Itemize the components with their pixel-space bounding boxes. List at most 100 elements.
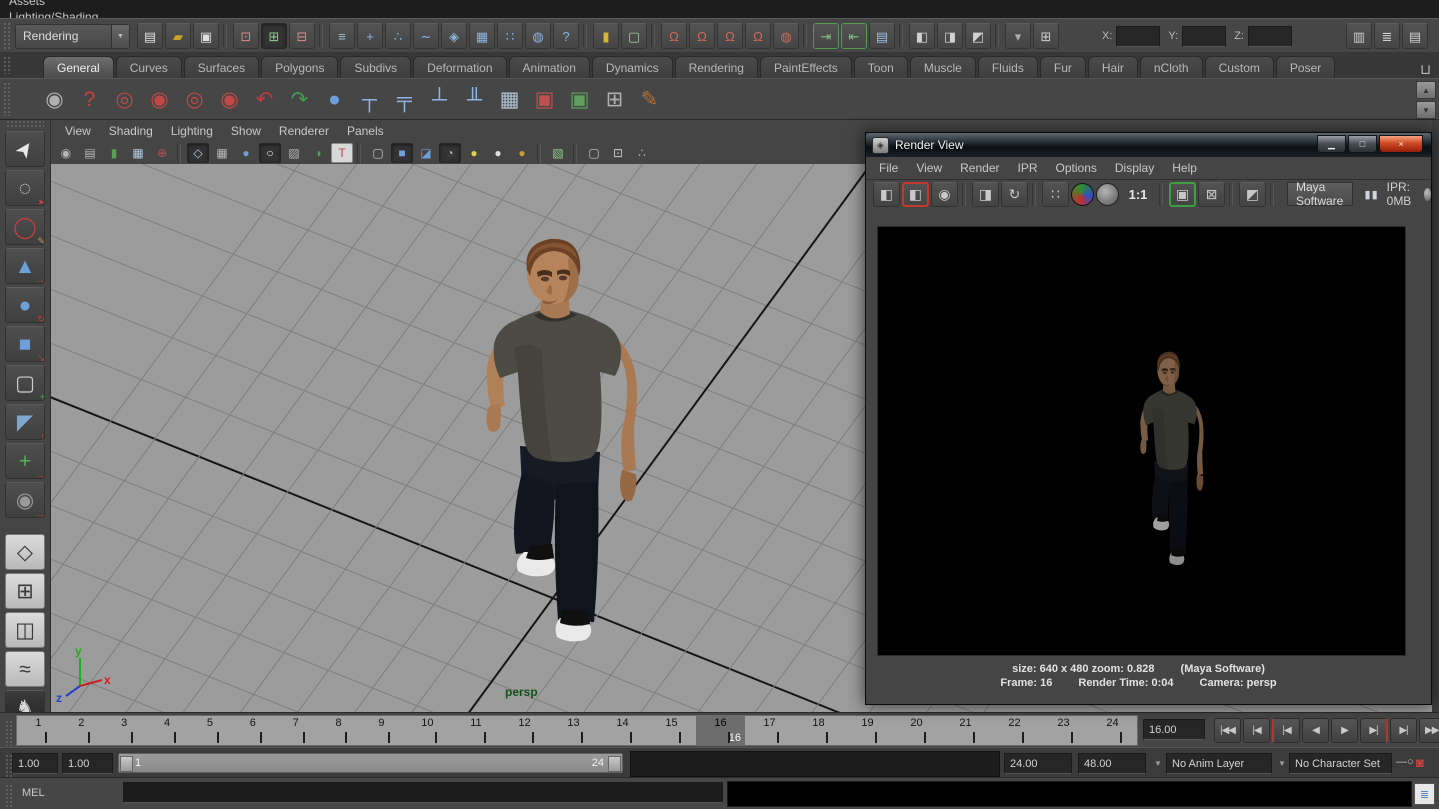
shelf-delete-unused-button[interactable]: ● bbox=[318, 83, 351, 116]
rv-menu-options[interactable]: Options bbox=[1047, 160, 1106, 176]
menu-assets[interactable]: Assets bbox=[0, 0, 107, 9]
save-scene-button[interactable]: ▣ bbox=[193, 23, 219, 49]
highlight-selection-button[interactable]: ▢ bbox=[621, 23, 647, 49]
frame-14[interactable]: 14 bbox=[598, 716, 647, 745]
frame-10[interactable]: 10 bbox=[403, 716, 452, 745]
outliner-persp-layout-button[interactable]: ◫ bbox=[5, 612, 45, 648]
step-back-key-button[interactable]: |◀ bbox=[1272, 718, 1300, 743]
key-light-button[interactable]: ● bbox=[463, 143, 485, 163]
lasso-select-tool[interactable]: ◌ ➤ bbox=[5, 170, 45, 206]
select-hierarchy-mode-button[interactable]: ⊡ bbox=[233, 23, 259, 49]
mask-dynamics-button[interactable]: ∷ bbox=[497, 23, 523, 49]
mask-misc-button[interactable]: ? bbox=[553, 23, 579, 49]
tab-fluids[interactable]: Fluids bbox=[978, 56, 1038, 78]
frame-17[interactable]: 17 bbox=[745, 716, 794, 745]
toolbox-drag-handle[interactable] bbox=[6, 120, 44, 128]
auto-keyframe-toggle-icon[interactable]: ◙ bbox=[1416, 755, 1424, 770]
mask-points-button[interactable]: + bbox=[357, 23, 383, 49]
y-coord-input[interactable] bbox=[1182, 26, 1226, 47]
selection-mask-dropdown[interactable]: ≡ bbox=[329, 23, 355, 49]
graph-persp-layout-button[interactable]: ≈ bbox=[5, 651, 45, 687]
step-forward-frame-button[interactable]: ▶| bbox=[1390, 718, 1417, 743]
connections-button[interactable]: ∴ bbox=[631, 143, 653, 163]
renderer-selector[interactable]: Maya Software bbox=[1287, 182, 1353, 206]
rv-menu-view[interactable]: View bbox=[907, 160, 951, 176]
frame-24[interactable]: 24 bbox=[1088, 716, 1137, 745]
mask-curves-button[interactable]: ∼ bbox=[413, 23, 439, 49]
two-d-pan-zoom-button[interactable]: ⊕ bbox=[151, 143, 173, 163]
mask-handles-button[interactable]: ∴ bbox=[385, 23, 411, 49]
frame-20[interactable]: 20 bbox=[892, 716, 941, 745]
textured-mode-button[interactable]: T bbox=[331, 143, 353, 163]
tab-surfaces[interactable]: Surfaces bbox=[184, 56, 259, 78]
command-language-toggle[interactable]: MEL bbox=[22, 787, 45, 799]
ipr-region-render-button[interactable]: ∷ bbox=[1042, 182, 1069, 207]
refresh-ipr-button[interactable]: ↻ bbox=[1001, 182, 1028, 207]
fill-light-button[interactable]: ● bbox=[487, 143, 509, 163]
menu-set-selector[interactable]: Rendering ▼ bbox=[15, 24, 130, 49]
current-time-field[interactable] bbox=[1143, 719, 1205, 740]
tab-custom[interactable]: Custom bbox=[1205, 56, 1274, 78]
redo-previous-render-button[interactable]: ◧ bbox=[873, 182, 900, 207]
last-tool-used[interactable]: ◉ → bbox=[5, 482, 45, 518]
shelf-drag-handle[interactable] bbox=[3, 56, 12, 74]
channel-box-toggle[interactable]: ▤ bbox=[1402, 23, 1428, 49]
ipr-render-button[interactable]: ◨ bbox=[972, 182, 999, 207]
shelf-hypergraph-button[interactable]: ▦ bbox=[493, 83, 526, 116]
command-line-drag-handle[interactable] bbox=[5, 784, 14, 808]
input-connections-button[interactable]: ⇥ bbox=[813, 23, 839, 49]
snapshot-button[interactable]: ◉ bbox=[931, 182, 958, 207]
ipr-render-button[interactable]: ◨ bbox=[937, 23, 963, 49]
frame-4[interactable]: 4 bbox=[146, 716, 189, 745]
go-to-start-button[interactable]: |◀◀ bbox=[1214, 718, 1241, 743]
remove-image-button[interactable]: ⊠ bbox=[1198, 182, 1225, 207]
shading-grid-button[interactable]: ▦ bbox=[211, 143, 233, 163]
shelf-projector-button[interactable]: ◉ bbox=[38, 83, 71, 116]
dropdown-arrow-icon[interactable]: ▼ bbox=[111, 25, 129, 48]
animation-start-field[interactable] bbox=[12, 753, 58, 774]
xray-button[interactable]: ▨ bbox=[283, 143, 305, 163]
tab-animation[interactable]: Animation bbox=[509, 56, 590, 78]
frame-11[interactable]: 11 bbox=[452, 716, 500, 745]
shelf-poly-proxy-button[interactable]: ⊞ bbox=[598, 83, 631, 116]
construction-history-button[interactable]: ▤ bbox=[869, 23, 895, 49]
smooth-cube-button[interactable]: ■ bbox=[391, 143, 413, 163]
image-plane-button[interactable]: ▦ bbox=[127, 143, 149, 163]
shelf-parent-button[interactable]: ╤ bbox=[388, 83, 421, 116]
panel-menu-view[interactable]: View bbox=[56, 123, 100, 139]
rv-menu-render[interactable]: Render bbox=[951, 160, 1008, 176]
select-object-mode-button[interactable]: ⊞ bbox=[261, 23, 287, 49]
frame-9[interactable]: 9 bbox=[360, 716, 403, 745]
command-input[interactable] bbox=[123, 782, 723, 803]
select-tool[interactable]: ➤ bbox=[5, 131, 45, 167]
anim-layer-dropdown-arrow[interactable]: ▼ bbox=[1154, 759, 1162, 768]
keep-image-button[interactable]: ▣ bbox=[1169, 182, 1196, 207]
panel-menu-renderer[interactable]: Renderer bbox=[270, 123, 338, 139]
frame-19[interactable]: 19 bbox=[843, 716, 892, 745]
scene-cube-button[interactable]: ▢ bbox=[583, 143, 605, 163]
paint-selection-tool[interactable]: ◯ ✎ bbox=[5, 209, 45, 245]
playback-range-bar[interactable]: 1 24 bbox=[118, 753, 623, 773]
frame-5[interactable]: 5 bbox=[189, 716, 232, 745]
shelf-camera-dolly-button[interactable]: ◎ bbox=[178, 83, 211, 116]
tab-rendering[interactable]: Rendering bbox=[675, 56, 758, 78]
alpha-channel-button[interactable] bbox=[1096, 183, 1119, 206]
range-start-handle[interactable] bbox=[120, 756, 133, 772]
z-coord-input[interactable] bbox=[1248, 26, 1292, 47]
script-editor-icon[interactable]: ≣ bbox=[1414, 783, 1435, 805]
flat-shade-button[interactable]: ○ bbox=[259, 143, 281, 163]
character-set-dropdown-arrow[interactable]: ▼ bbox=[1278, 759, 1286, 768]
render-current-frame-button[interactable]: ◧ bbox=[902, 182, 929, 207]
frame-21[interactable]: 21 bbox=[941, 716, 990, 745]
tab-poser[interactable]: Poser bbox=[1276, 56, 1335, 78]
shelf-icons-drag-handle[interactable] bbox=[3, 82, 12, 116]
scale-tool[interactable]: ■ ↘ bbox=[5, 326, 45, 362]
go-to-end-button[interactable]: ▶▶| bbox=[1419, 718, 1439, 743]
isolate-select-button[interactable]: ▧ bbox=[547, 143, 569, 163]
maximize-button[interactable]: □ bbox=[1348, 135, 1377, 153]
rv-menu-ipr[interactable]: IPR bbox=[1009, 160, 1047, 176]
rv-menu-help[interactable]: Help bbox=[1163, 160, 1206, 176]
mask-surfaces-button[interactable]: ◈ bbox=[441, 23, 467, 49]
frame-6[interactable]: 6 bbox=[231, 716, 274, 745]
step-forward-key-button[interactable]: ▶| bbox=[1360, 718, 1388, 743]
